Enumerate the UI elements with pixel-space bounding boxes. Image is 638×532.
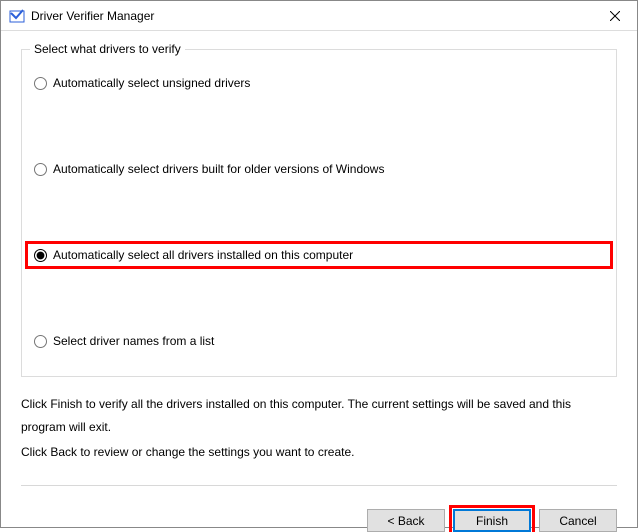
button-row: < Back Finish Cancel <box>1 496 637 532</box>
instruction-line: Click Back to review or change the setti… <box>21 441 617 464</box>
radio-label: Automatically select all drivers install… <box>53 248 353 262</box>
radio-input-all[interactable] <box>34 249 47 262</box>
radio-unsigned-drivers[interactable]: Automatically select unsigned drivers <box>34 76 604 90</box>
close-button[interactable] <box>592 1 637 30</box>
radio-input-list[interactable] <box>34 335 47 348</box>
instruction-line: Click Finish to verify all the drivers i… <box>21 393 617 439</box>
radio-label: Automatically select unsigned drivers <box>53 76 250 90</box>
back-button[interactable]: < Back <box>367 509 445 532</box>
instructions-text: Click Finish to verify all the drivers i… <box>21 393 617 463</box>
separator <box>21 485 617 486</box>
radio-input-older[interactable] <box>34 163 47 176</box>
content-area: Select what drivers to verify Automatica… <box>1 31 637 496</box>
finish-button[interactable]: Finish <box>453 509 531 532</box>
radio-older-windows[interactable]: Automatically select drivers built for o… <box>34 162 604 176</box>
groupbox-legend: Select what drivers to verify <box>30 42 185 56</box>
radio-from-list[interactable]: Select driver names from a list <box>34 334 604 348</box>
radio-all-drivers[interactable]: Automatically select all drivers install… <box>30 246 608 264</box>
app-icon <box>9 8 25 24</box>
cancel-button[interactable]: Cancel <box>539 509 617 532</box>
close-icon <box>610 11 620 21</box>
radio-input-unsigned[interactable] <box>34 77 47 90</box>
radio-label: Automatically select drivers built for o… <box>53 162 384 176</box>
window-title: Driver Verifier Manager <box>31 9 592 23</box>
driver-select-groupbox: Select what drivers to verify Automatica… <box>21 49 617 377</box>
radio-label: Select driver names from a list <box>53 334 214 348</box>
titlebar: Driver Verifier Manager <box>1 1 637 31</box>
